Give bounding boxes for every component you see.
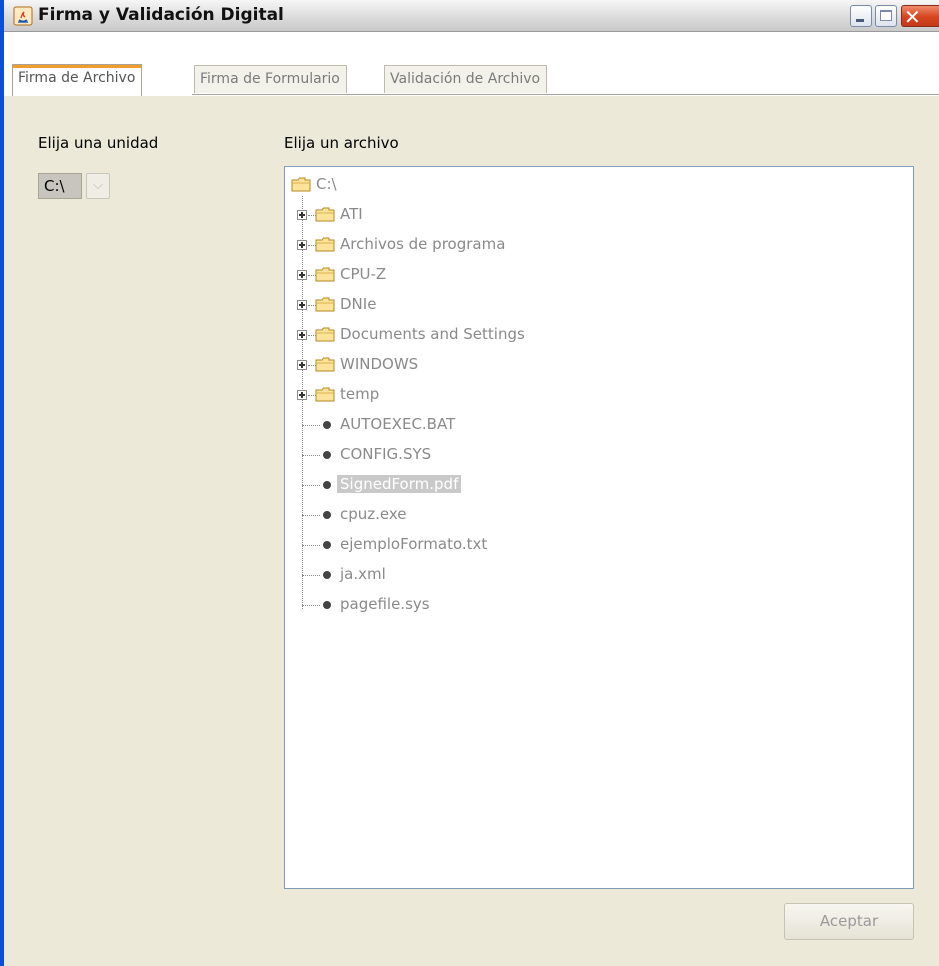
tree-file-label: ja.xml [340,565,386,583]
tree-connector-line [302,455,320,456]
tree-folder-label: Archivos de programa [340,235,506,253]
maximize-icon [880,10,892,21]
folder-icon [315,387,335,402]
tree-connector-line [302,425,320,426]
tree-folder-item[interactable]: WINDOWS [295,353,575,375]
file-bullet-icon [323,451,331,459]
folder-icon [315,297,335,312]
main-window: Firma y Validación Digital ✕ Firma de Ar… [0,0,939,966]
expand-icon[interactable] [297,360,307,370]
tab-firma-de-archivo[interactable]: Firma de Archivo [12,64,143,96]
tree-connector-line [302,605,320,606]
tree-file-label: ejemploFormato.txt [340,535,488,553]
file-bullet-icon [323,511,331,519]
expand-icon[interactable] [297,300,307,310]
title-bar[interactable]: Firma y Validación Digital ✕ [4,0,939,32]
file-bullet-icon [323,421,331,429]
tree-folder-item[interactable]: CPU-Z [295,263,575,285]
maximize-button[interactable] [875,5,897,27]
tree-connector-line [302,575,320,576]
tree-folder-label: ATI [340,205,363,223]
tree-folder-label: temp [340,385,380,403]
expand-icon[interactable] [297,270,307,280]
tree-file-label: pagefile.sys [340,595,430,613]
expand-icon[interactable] [297,240,307,250]
tree-folder-label: Documents and Settings [340,325,525,343]
file-bullet-icon [323,601,331,609]
tree-file-label: cpuz.exe [340,505,407,523]
window-title: Firma y Validación Digital [38,5,284,25]
tree-file-item[interactable]: CONFIG.SYS [295,443,575,465]
folder-icon [315,267,335,282]
tree-connector-line [302,485,320,486]
expand-icon[interactable] [297,210,307,220]
tree-file-label: AUTOEXEC.BAT [340,415,456,433]
tree-connector-line [302,545,320,546]
java-app-icon [13,6,33,26]
file-bullet-icon [323,541,331,549]
tree-connector-line [302,515,320,516]
file-tree[interactable]: C:\ ATI Archivos de programa CPU-Z DNIe … [284,166,914,889]
tree-folder-item[interactable]: DNIe [295,293,575,315]
tree-folder-item[interactable]: temp [295,383,575,405]
expand-icon[interactable] [297,390,307,400]
tree-folder-label: DNIe [340,295,377,313]
tree-root-label: C:\ [316,175,337,193]
tree-folder-item[interactable]: ATI [295,203,575,225]
tree-file-item-selected[interactable]: SignedForm.pdf [295,473,575,495]
tree-file-item[interactable]: cpuz.exe [295,503,575,525]
expand-icon[interactable] [297,330,307,340]
drive-select[interactable]: C:\ ⌵ [38,172,118,200]
tab-firma-de-formulario[interactable]: Firma de Formulario [194,65,347,93]
tree-file-label: CONFIG.SYS [340,445,432,463]
tab-strip-divider [192,94,939,95]
close-button[interactable]: ✕ [901,5,939,29]
minimize-button[interactable] [850,5,872,27]
accept-button[interactable]: Aceptar [784,903,914,940]
chevron-down-icon[interactable]: ⌵ [86,173,110,199]
drive-label: Elija una unidad [38,134,159,152]
folder-icon [315,357,335,372]
tree-file-item[interactable]: AUTOEXEC.BAT [295,413,575,435]
tree-file-item[interactable]: ejemploFormato.txt [295,533,575,555]
file-bullet-icon [323,571,331,579]
tree-folder-label: CPU-Z [340,265,387,283]
tree-file-item[interactable]: ja.xml [295,563,575,585]
file-label: Elija un archivo [284,134,399,152]
tree-file-item[interactable]: pagefile.sys [295,593,575,615]
minimize-icon [856,19,864,22]
tree-file-label: SignedForm.pdf [337,475,462,493]
open-folder-icon [291,177,311,192]
tree-folder-item[interactable]: Documents and Settings [295,323,575,345]
close-icon: ✕ [904,5,921,29]
drive-select-value: C:\ [38,173,82,199]
tree-folder-label: WINDOWS [340,355,419,373]
folder-icon [315,237,335,252]
file-bullet-icon [323,481,331,489]
folder-icon [315,207,335,222]
tab-bar: Firma de Archivo Firma de Formulario Val… [4,32,939,96]
tree-root-node[interactable]: C:\ [291,173,411,195]
tab-validacion-de-archivo[interactable]: Validación de Archivo [384,65,548,93]
folder-icon [315,327,335,342]
tree-folder-item[interactable]: Archivos de programa [295,233,575,255]
